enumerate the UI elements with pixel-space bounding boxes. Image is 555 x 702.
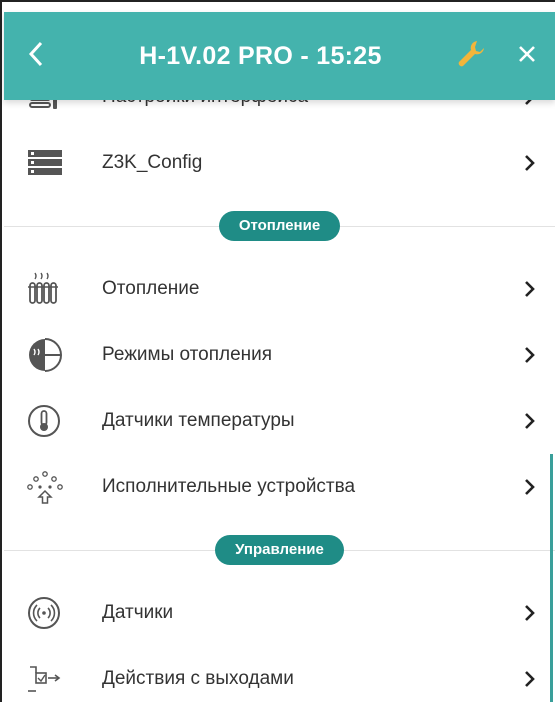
app-window: Настройки интерфейса Z3K_Config bbox=[0, 0, 555, 702]
radiator-icon bbox=[26, 269, 78, 309]
section-pill-heating: Отопление bbox=[218, 211, 341, 241]
actuators-icon bbox=[26, 467, 78, 507]
menu-item-label: Z3K_Config bbox=[102, 152, 203, 173]
scrollbar[interactable] bbox=[550, 454, 553, 702]
chevron-right-icon bbox=[505, 478, 555, 496]
sensor-icon bbox=[26, 593, 78, 633]
close-button[interactable] bbox=[499, 12, 555, 100]
chevron-right-icon bbox=[505, 346, 555, 364]
menu-item-label: Отопление bbox=[102, 278, 200, 299]
heating-modes-icon bbox=[26, 335, 78, 375]
menu-item-z3k-config[interactable]: Z3K_Config bbox=[4, 130, 555, 196]
back-button[interactable] bbox=[4, 12, 68, 100]
menu-item-temperature-sensors[interactable]: Датчики температуры bbox=[4, 388, 555, 454]
chevron-right-icon bbox=[505, 604, 555, 622]
wrench-icon bbox=[455, 38, 487, 75]
menu-list: Настройки интерфейса Z3K_Config bbox=[4, 64, 555, 702]
menu-item-output-actions[interactable]: Действия с выходами bbox=[4, 646, 555, 702]
server-icon bbox=[26, 143, 78, 183]
menu-item-heating-modes[interactable]: Режимы отопления bbox=[4, 322, 555, 388]
chevron-right-icon bbox=[505, 280, 555, 298]
menu-item-label: Датчики bbox=[102, 602, 174, 623]
thermometer-icon bbox=[26, 401, 78, 441]
output-actions-icon bbox=[26, 659, 78, 699]
menu-item-heating[interactable]: Отопление bbox=[4, 256, 555, 322]
chevron-left-icon bbox=[27, 41, 45, 72]
menu-item-label: Действия с выходами bbox=[102, 668, 294, 689]
chevron-right-icon bbox=[505, 412, 555, 430]
section-pill-control: Управление bbox=[215, 535, 344, 565]
close-icon bbox=[516, 43, 538, 70]
chevron-right-icon bbox=[505, 670, 555, 688]
section-divider-control: Управление bbox=[4, 520, 555, 580]
page-title: H-1V.02 PRO - 15:25 bbox=[139, 41, 382, 70]
menu-item-actuators[interactable]: Исполнительные устройства bbox=[4, 454, 555, 520]
menu-item-label: Датчики температуры bbox=[102, 410, 295, 431]
app-header: H-1V.02 PRO - 15:25 bbox=[4, 12, 555, 100]
section-divider-heating: Отопление bbox=[4, 196, 555, 256]
tools-button[interactable] bbox=[443, 12, 499, 100]
chevron-right-icon bbox=[505, 154, 555, 172]
menu-item-label: Режимы отопления bbox=[102, 344, 273, 365]
menu-item-sensors[interactable]: Датчики bbox=[4, 580, 555, 646]
menu-item-label: Исполнительные устройства bbox=[102, 476, 356, 497]
